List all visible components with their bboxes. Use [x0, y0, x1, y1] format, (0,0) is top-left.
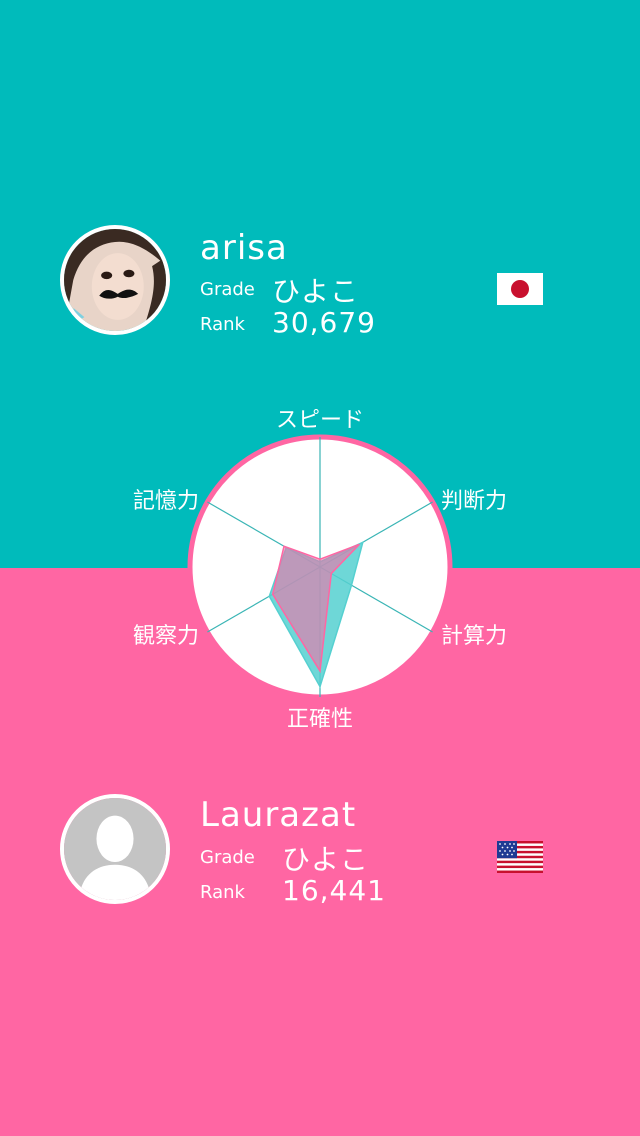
- player-two-grade: ひよこ: [282, 843, 370, 876]
- player-two-rank-label: Rank: [200, 882, 245, 903]
- player-one-grade-label: Grade: [200, 279, 255, 300]
- japan-flag-icon: [497, 273, 543, 305]
- player-one-rank: 30,679: [272, 306, 376, 339]
- player-one-grade: ひよこ: [272, 275, 360, 308]
- player-two-grade-label: Grade: [200, 847, 255, 868]
- photo-avatar-icon: [64, 229, 166, 331]
- player-two-flag: [497, 841, 543, 873]
- player-two-name: Laurazat: [200, 795, 357, 835]
- default-user-avatar-icon: [64, 798, 166, 900]
- player-one-name: arisa: [200, 228, 288, 268]
- player-one-avatar[interactable]: [60, 225, 170, 335]
- player-two-avatar[interactable]: [60, 794, 170, 904]
- usa-flag-icon: [497, 841, 543, 873]
- player-one-rank-label: Rank: [200, 314, 245, 335]
- player-two-rank: 16,441: [282, 874, 386, 907]
- player-one-flag: [497, 273, 543, 305]
